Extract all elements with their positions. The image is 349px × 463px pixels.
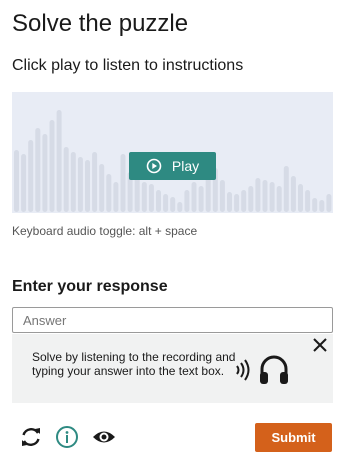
waveform-bar bbox=[305, 190, 311, 212]
play-icon bbox=[146, 158, 162, 174]
waveform-bar bbox=[85, 160, 90, 212]
waveform-bar bbox=[70, 152, 76, 212]
response-heading: Enter your response bbox=[12, 278, 168, 295]
waveform-bar bbox=[298, 184, 303, 212]
waveform-bar bbox=[134, 177, 140, 212]
waveform-bar bbox=[106, 174, 112, 212]
keyboard-hint: Keyboard audio toggle: alt + space bbox=[12, 224, 198, 238]
waveform-bar bbox=[319, 200, 325, 212]
play-button-label: Play bbox=[171, 158, 200, 174]
waveform-bar bbox=[28, 140, 34, 212]
waveform-bar bbox=[290, 176, 296, 212]
waveform-bar bbox=[113, 182, 119, 212]
waveform-bar bbox=[35, 128, 41, 212]
waveform-bar bbox=[234, 194, 240, 212]
waveform-bar bbox=[56, 110, 62, 212]
waveform-bar bbox=[262, 180, 268, 212]
waveform-bar bbox=[92, 152, 98, 212]
waveform-bar bbox=[312, 198, 318, 212]
submit-button[interactable]: Submit bbox=[255, 423, 332, 452]
audio-visualizer-panel: Play bbox=[12, 92, 333, 213]
waveform-bar bbox=[49, 120, 55, 212]
waveform-bar bbox=[120, 154, 126, 212]
waveform-bar bbox=[148, 184, 154, 212]
answer-input[interactable] bbox=[12, 307, 333, 333]
captcha-toolbar bbox=[18, 424, 117, 450]
waveform-bar bbox=[326, 194, 332, 212]
page-title: Solve the puzzle bbox=[12, 10, 189, 37]
info-icon[interactable] bbox=[54, 424, 80, 450]
waveform-bar bbox=[170, 197, 176, 212]
help-text: Solve by listening to the recording and … bbox=[32, 350, 236, 378]
waveform-bar bbox=[77, 157, 83, 212]
waveform-bar bbox=[141, 182, 147, 212]
reload-icon[interactable] bbox=[18, 424, 44, 450]
waveform-bar bbox=[14, 150, 19, 212]
sound-waves-icon bbox=[236, 359, 250, 381]
waveform-bar bbox=[248, 186, 254, 212]
waveform-bar bbox=[269, 182, 275, 212]
waveform-bar bbox=[99, 164, 105, 212]
waveform-bar bbox=[184, 190, 190, 212]
play-button[interactable]: Play bbox=[129, 152, 216, 180]
waveform-bar bbox=[156, 190, 161, 212]
waveform-bar bbox=[177, 202, 183, 212]
eye-icon[interactable] bbox=[91, 424, 117, 450]
waveform-bar bbox=[63, 147, 69, 212]
waveform-bar bbox=[219, 180, 225, 212]
waveform-bar bbox=[276, 186, 282, 212]
waveform-bar bbox=[191, 182, 197, 212]
close-icon[interactable] bbox=[311, 336, 329, 354]
help-box: Solve by listening to the recording and … bbox=[12, 334, 333, 403]
waveform-bar bbox=[255, 178, 261, 212]
waveform-bar bbox=[42, 134, 48, 212]
waveform-bar bbox=[163, 194, 169, 212]
headphones-icon bbox=[260, 355, 288, 384]
waveform-bar bbox=[227, 192, 232, 212]
waveform-bar bbox=[241, 190, 247, 212]
waveform-bar bbox=[198, 186, 204, 212]
instructions-text: Click play to listen to instructions bbox=[12, 57, 244, 74]
waveform-bar bbox=[283, 166, 289, 212]
waveform-bar bbox=[21, 154, 27, 212]
